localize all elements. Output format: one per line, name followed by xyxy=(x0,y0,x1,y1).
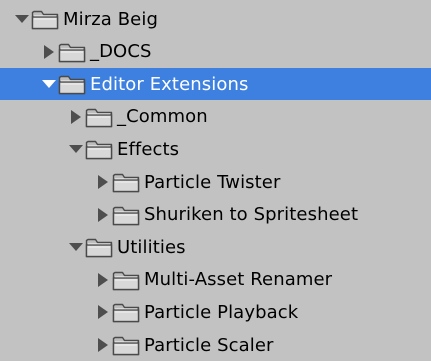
tree-item-label: Particle Playback xyxy=(144,301,299,323)
folder-icon xyxy=(112,271,140,290)
folder-icon xyxy=(58,43,86,62)
tree-item-effects[interactable]: Effects xyxy=(0,133,431,165)
tree-item-editor-extensions[interactable]: Editor Extensions xyxy=(0,68,431,101)
tree-item-shuriken-to-spritesheet[interactable]: Shuriken to Spritesheet xyxy=(0,199,431,231)
folder-icon xyxy=(112,304,140,323)
folder-icon xyxy=(112,206,140,225)
tree-item-label: Shuriken to Spritesheet xyxy=(144,204,359,226)
folder-icon xyxy=(112,173,140,193)
tree-item-label: Editor Extensions xyxy=(90,73,249,95)
tree-item-label: Particle Twister xyxy=(144,171,281,193)
tree-item-label: Particle Scaler xyxy=(144,334,274,356)
collapsed-arrow-icon[interactable] xyxy=(95,336,111,354)
tree-item-label: Multi-Asset Renamer xyxy=(144,269,333,291)
expanded-arrow-icon[interactable] xyxy=(68,238,84,256)
collapsed-arrow-icon[interactable] xyxy=(95,173,111,191)
folder-icon xyxy=(85,141,113,160)
expanded-arrow-icon[interactable] xyxy=(41,75,57,93)
folder-icon xyxy=(31,10,59,30)
collapsed-arrow-icon[interactable] xyxy=(95,206,111,224)
tree-item-particle-scaler[interactable]: Particle Scaler xyxy=(0,329,431,361)
tree-item-particle-twister[interactable]: Particle Twister xyxy=(0,166,431,198)
tree-item-docs[interactable]: _DOCS xyxy=(0,36,431,68)
tree-item-label: _DOCS xyxy=(90,41,152,63)
project-folder-tree: Mirza Beig _DOCS Editor Extensions _Common E… xyxy=(0,0,431,360)
expanded-arrow-icon[interactable] xyxy=(68,140,84,158)
tree-item-label: _Common xyxy=(117,106,208,128)
folder-icon xyxy=(58,75,86,95)
tree-item-multi-asset-renamer[interactable]: Multi-Asset Renamer xyxy=(0,264,431,296)
collapsed-arrow-icon[interactable] xyxy=(95,271,111,289)
collapsed-arrow-icon[interactable] xyxy=(41,43,57,61)
tree-item-label: Utilities xyxy=(117,236,186,258)
tree-item-utilities[interactable]: Utilities xyxy=(0,231,431,263)
tree-item-label: Effects xyxy=(117,138,180,160)
folder-icon xyxy=(85,108,113,127)
expanded-arrow-icon[interactable] xyxy=(14,10,30,28)
tree-item-common[interactable]: _Common xyxy=(0,101,431,133)
collapsed-arrow-icon[interactable] xyxy=(95,303,111,321)
folder-icon xyxy=(112,336,140,356)
tree-item-mirza-beig[interactable]: Mirza Beig xyxy=(0,3,431,35)
tree-item-label: Mirza Beig xyxy=(63,8,158,30)
tree-item-particle-playback[interactable]: Particle Playback xyxy=(0,296,431,328)
collapsed-arrow-icon[interactable] xyxy=(68,108,84,126)
folder-icon xyxy=(85,238,113,258)
